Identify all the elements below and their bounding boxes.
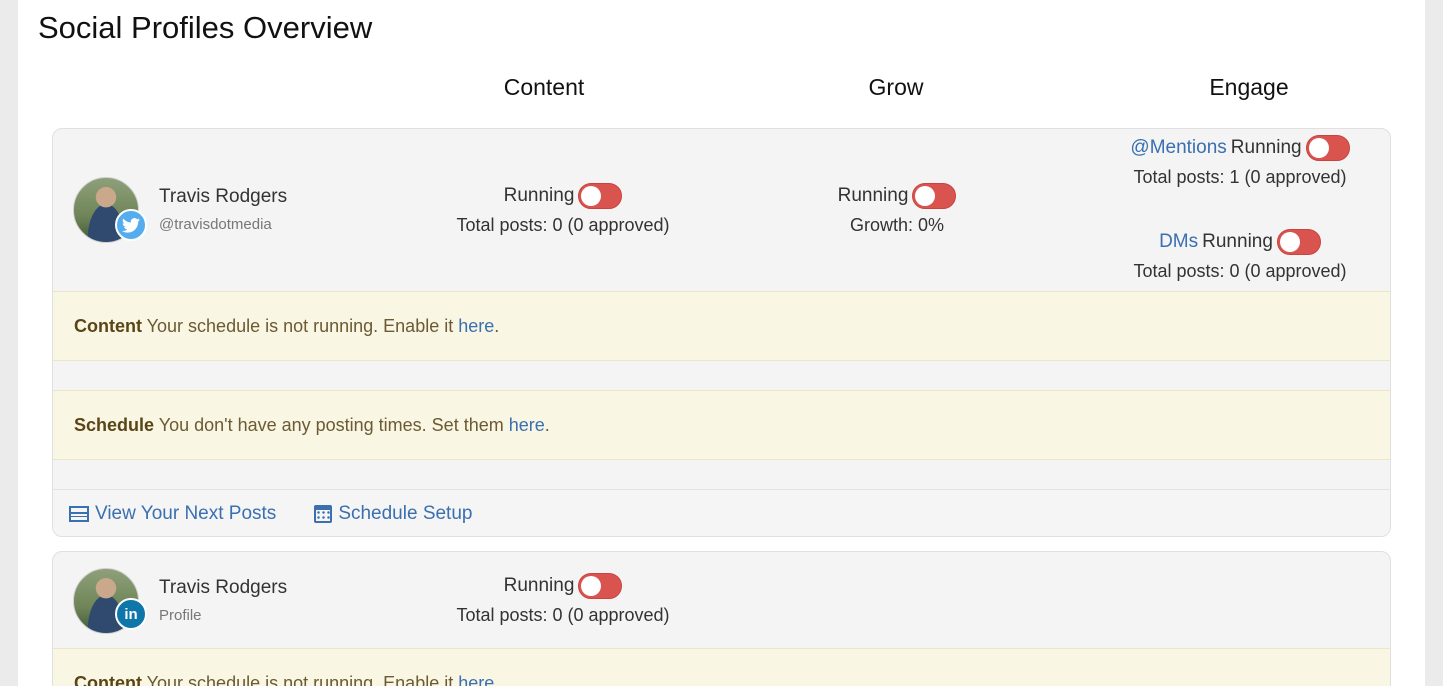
profile-name: Travis Rodgers bbox=[159, 186, 288, 207]
content-alert: Content Your schedule is not running. En… bbox=[53, 648, 1390, 686]
toggle-knob bbox=[581, 576, 602, 596]
alert-end: . bbox=[494, 316, 500, 336]
schedule-alert: Schedule You don't have any posting time… bbox=[53, 390, 1390, 460]
alert-title: Content bbox=[74, 673, 142, 686]
content-total-posts: Total posts: 0 (0 approved) bbox=[456, 605, 670, 625]
table-icon bbox=[69, 506, 89, 522]
content-status-label: Running bbox=[503, 575, 575, 596]
mentions-toggle[interactable] bbox=[1305, 135, 1350, 161]
profile-name: Travis Rodgers bbox=[159, 577, 288, 598]
grow-toggle[interactable] bbox=[912, 183, 957, 209]
column-header-grow: Grow bbox=[868, 74, 924, 100]
schedule-setup-link[interactable]: Schedule Setup bbox=[314, 503, 472, 525]
grow-status-label: Running bbox=[837, 185, 909, 206]
alert-text: Your schedule is not running. Enable it bbox=[146, 673, 454, 686]
column-header-content: Content bbox=[503, 74, 585, 100]
mentions-link[interactable]: @Mentions bbox=[1130, 137, 1226, 159]
alert-end: . bbox=[544, 415, 550, 435]
content-total-posts: Total posts: 0 (0 approved) bbox=[456, 215, 670, 235]
dms-link[interactable]: DMs bbox=[1159, 231, 1198, 253]
engage-mentions: @Mentions Running Total posts: 1 (0 appr… bbox=[1115, 133, 1365, 188]
mentions-status-label: Running bbox=[1230, 137, 1302, 158]
twitter-icon bbox=[115, 209, 147, 241]
content-alert: Content Your schedule is not running. En… bbox=[53, 291, 1390, 361]
profile-handle: Profile bbox=[159, 607, 202, 624]
enable-here-link[interactable]: here bbox=[458, 673, 494, 686]
enable-here-link[interactable]: here bbox=[458, 316, 494, 336]
alert-end: . bbox=[494, 673, 500, 686]
alert-title: Content bbox=[74, 316, 142, 336]
grow-status: Running Growth: 0% bbox=[777, 181, 1017, 236]
view-next-posts-link[interactable]: View Your Next Posts bbox=[69, 503, 276, 525]
main-panel: Social Profiles Overview Content Grow En… bbox=[18, 0, 1425, 686]
profile-card-twitter: Travis Rodgers @travisdotmedia Running T… bbox=[52, 128, 1391, 537]
alert-text: You don't have any posting times. Set th… bbox=[158, 415, 504, 435]
content-status: Running Total posts: 0 (0 approved) bbox=[433, 181, 693, 236]
alert-title: Schedule bbox=[74, 415, 155, 435]
engage-dms: DMs Running Total posts: 0 (0 approved) bbox=[1115, 227, 1365, 282]
view-next-posts-label: View Your Next Posts bbox=[95, 503, 277, 524]
linkedin-icon: in bbox=[115, 598, 147, 630]
dms-total-posts: Total posts: 0 (0 approved) bbox=[1133, 261, 1347, 281]
schedule-setup-label: Schedule Setup bbox=[338, 503, 473, 524]
mentions-total-posts: Total posts: 1 (0 approved) bbox=[1133, 167, 1347, 187]
dms-toggle[interactable] bbox=[1276, 229, 1321, 255]
alert-text: Your schedule is not running. Enable it bbox=[146, 316, 454, 336]
set-here-link[interactable]: here bbox=[509, 415, 545, 435]
profile-handle: @travisdotmedia bbox=[159, 216, 272, 233]
dms-status-label: Running bbox=[1202, 231, 1273, 252]
content-status-label: Running bbox=[503, 185, 575, 206]
content-status: Running Total posts: 0 (0 approved) bbox=[433, 571, 693, 626]
toggle-knob bbox=[1279, 232, 1300, 252]
column-header-engage: Engage bbox=[1209, 74, 1289, 100]
page-title: Social Profiles Overview bbox=[38, 10, 373, 45]
grow-growth: Growth: 0% bbox=[849, 215, 945, 235]
toggle-knob bbox=[915, 186, 936, 206]
profile-card-linkedin: in Travis Rodgers Profile Running Total … bbox=[52, 551, 1391, 686]
toggle-knob bbox=[581, 186, 602, 206]
content-toggle[interactable] bbox=[578, 573, 623, 599]
toggle-knob bbox=[1308, 138, 1329, 158]
calendar-icon bbox=[314, 505, 333, 523]
card-footer: View Your Next Posts Schedule Setup bbox=[53, 489, 1390, 536]
content-toggle[interactable] bbox=[578, 183, 623, 209]
